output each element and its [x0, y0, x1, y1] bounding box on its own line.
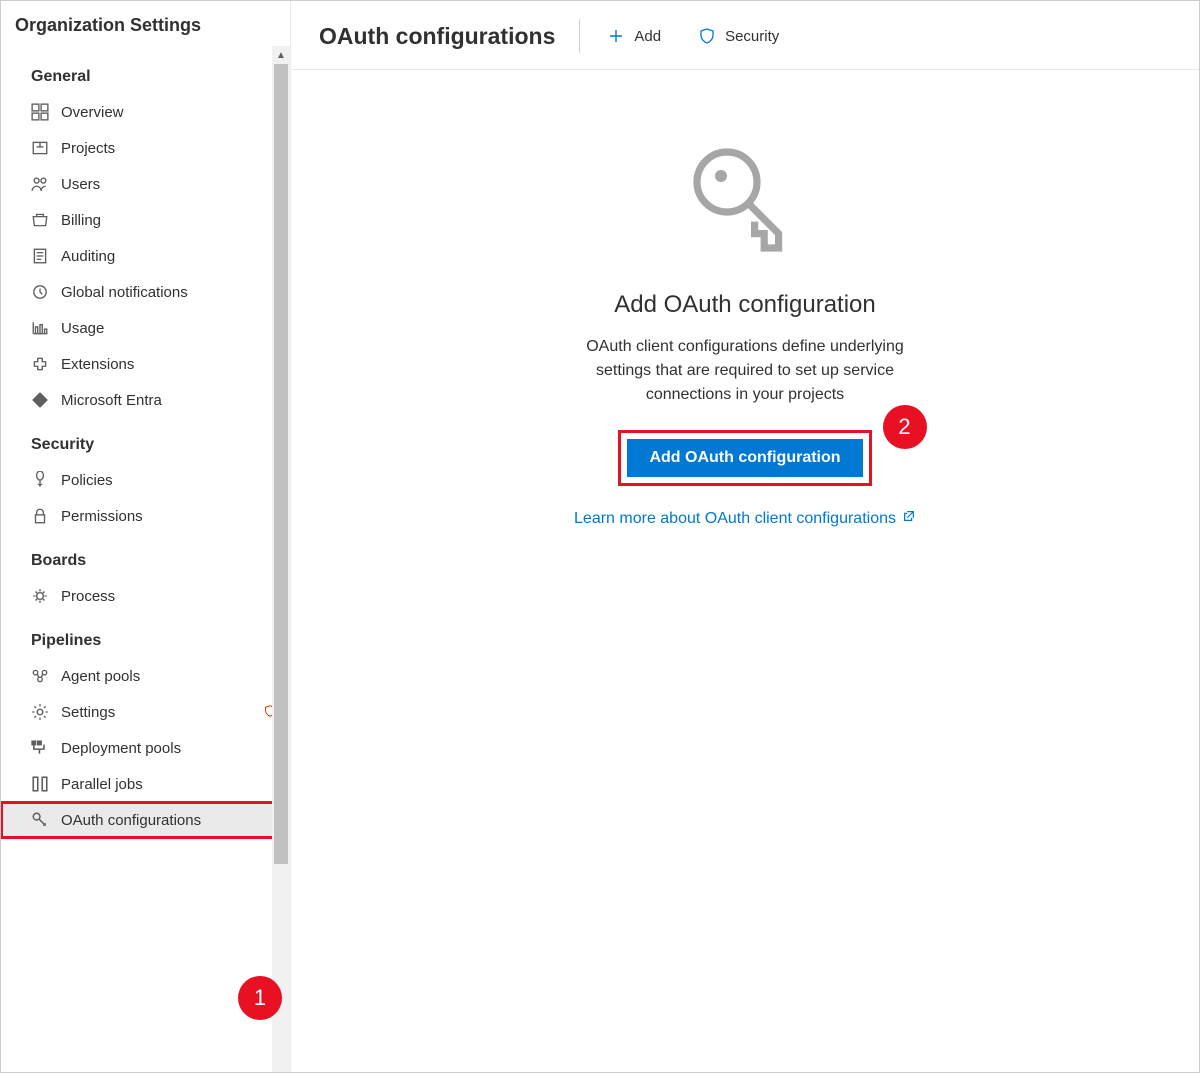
users-icon — [31, 175, 49, 193]
nav-label: Overview — [61, 104, 276, 121]
main-header: OAuth configurations Add Security — [291, 1, 1199, 70]
section-header-security: Security — [1, 418, 290, 462]
nav-item-usage[interactable]: Usage — [1, 310, 290, 346]
nav-label: Permissions — [61, 508, 276, 525]
main-content: OAuth configurations Add Security Add OA… — [291, 1, 1199, 1072]
nav-label: Policies — [61, 472, 276, 489]
security-label: Security — [725, 28, 779, 45]
nav-item-deployment-pools[interactable]: Deployment pools — [1, 730, 290, 766]
nav-item-global-notifications[interactable]: Global notifications — [1, 274, 290, 310]
add-oauth-configuration-button[interactable]: Add OAuth configuration — [627, 439, 862, 477]
nav-label: Settings — [61, 704, 252, 721]
projects-icon — [31, 139, 49, 157]
nav-item-projects[interactable]: Projects — [1, 130, 290, 166]
learn-more-link[interactable]: Learn more about OAuth client configurat… — [574, 509, 916, 528]
nav-label: Projects — [61, 140, 276, 157]
entra-icon — [31, 391, 49, 409]
learn-more-label: Learn more about OAuth client configurat… — [574, 510, 896, 528]
nav-item-process[interactable]: Process — [1, 578, 290, 614]
key-illustration-icon — [685, 140, 805, 263]
sidebar-title: Organization Settings — [1, 1, 290, 46]
usage-icon — [31, 319, 49, 337]
empty-state-description: OAuth client configurations define under… — [580, 335, 910, 407]
permissions-icon — [31, 507, 49, 525]
add-button[interactable]: Add — [598, 22, 671, 51]
section-header-boards: Boards — [1, 534, 290, 578]
parallel-jobs-icon — [31, 775, 49, 793]
scroll-thumb[interactable] — [274, 64, 288, 864]
nav-item-billing[interactable]: Billing — [1, 202, 290, 238]
nav-item-agent-pools[interactable]: Agent pools — [1, 658, 290, 694]
nav-label: Usage — [61, 320, 276, 337]
sidebar-scroll-area: General Overview Projects Users Billing … — [1, 46, 290, 1072]
process-icon — [31, 587, 49, 605]
policies-icon — [31, 471, 49, 489]
external-link-icon — [902, 509, 916, 528]
nav-item-extensions[interactable]: Extensions — [1, 346, 290, 382]
settings-icon — [31, 703, 49, 721]
nav-label: Process — [61, 588, 276, 605]
add-label: Add — [634, 28, 661, 45]
nav-label: Deployment pools — [61, 740, 276, 757]
header-divider — [579, 19, 580, 53]
nav-label: Agent pools — [61, 668, 276, 685]
nav-item-permissions[interactable]: Permissions — [1, 498, 290, 534]
nav-item-auditing[interactable]: Auditing — [1, 238, 290, 274]
agent-pools-icon — [31, 667, 49, 685]
nav-label: Auditing — [61, 248, 276, 265]
shield-icon — [699, 28, 715, 44]
primary-button-highlight: Add OAuth configuration 2 — [621, 433, 868, 483]
nav-item-microsoft-entra[interactable]: Microsoft Entra — [1, 382, 290, 418]
callout-badge-2: 2 — [883, 405, 927, 449]
nav-label: Extensions — [61, 356, 276, 373]
nav-label: Parallel jobs — [61, 776, 276, 793]
sidebar-scrollbar[interactable]: ▲ — [272, 46, 290, 1072]
nav-item-overview[interactable]: Overview — [1, 94, 290, 130]
nav-item-oauth-configurations[interactable]: OAuth configurations — [1, 802, 290, 838]
nav-item-parallel-jobs[interactable]: Parallel jobs — [1, 766, 290, 802]
notifications-icon — [31, 283, 49, 301]
nav-item-users[interactable]: Users — [1, 166, 290, 202]
settings-sidebar: Organization Settings General Overview P… — [1, 1, 291, 1072]
plus-icon — [608, 28, 624, 44]
key-icon — [31, 811, 49, 829]
billing-icon — [31, 211, 49, 229]
nav-label: Billing — [61, 212, 276, 229]
nav-item-policies[interactable]: Policies — [1, 462, 290, 498]
security-button[interactable]: Security — [689, 22, 789, 51]
empty-state: Add OAuth configuration OAuth client con… — [291, 70, 1199, 1072]
empty-state-title: Add OAuth configuration — [614, 291, 876, 319]
auditing-icon — [31, 247, 49, 265]
nav-item-pipeline-settings[interactable]: Settings — [1, 694, 290, 730]
callout-badge-1: 1 — [238, 976, 282, 1020]
extensions-icon — [31, 355, 49, 373]
deployment-pools-icon — [31, 739, 49, 757]
nav-label: OAuth configurations — [61, 812, 276, 829]
nav-label: Global notifications — [61, 284, 276, 301]
scroll-up-arrow-icon[interactable]: ▲ — [272, 46, 290, 64]
overview-icon — [31, 103, 49, 121]
section-header-pipelines: Pipelines — [1, 614, 290, 658]
nav-label: Users — [61, 176, 276, 193]
section-header-general: General — [1, 50, 290, 94]
page-title: OAuth configurations — [319, 23, 579, 50]
nav-label: Microsoft Entra — [61, 392, 276, 409]
